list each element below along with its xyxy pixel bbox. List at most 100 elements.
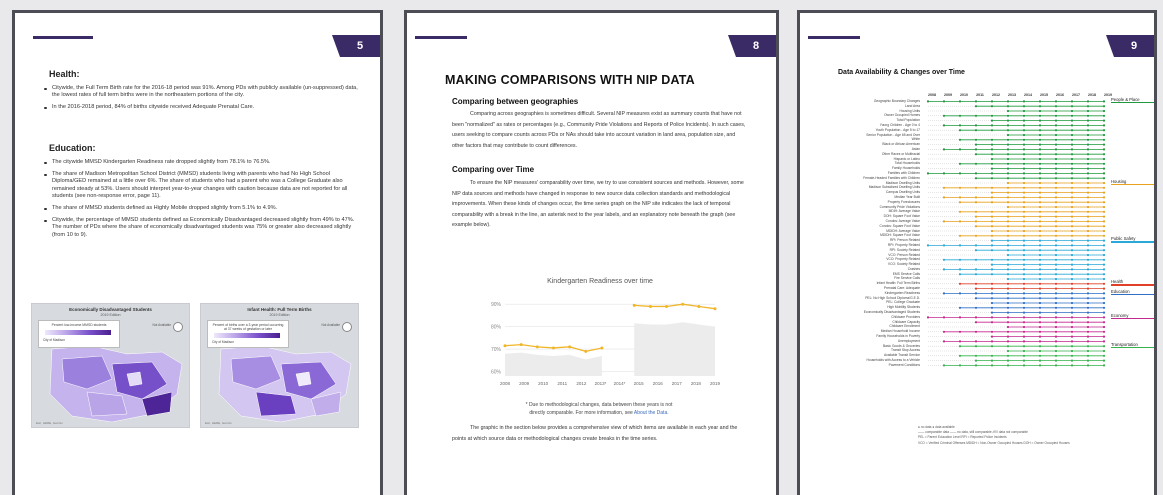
zoom-icon[interactable] xyxy=(342,322,352,332)
availability-dot xyxy=(1086,349,1090,353)
availability-dot xyxy=(1022,229,1026,233)
availability-dot xyxy=(1070,311,1074,314)
availability-dot xyxy=(1038,105,1042,108)
availability-dot xyxy=(1070,114,1074,117)
availability-dot xyxy=(1086,268,1090,271)
availability-dot xyxy=(958,354,962,357)
education-bullets: The citywide MMSD Kindergarten Readiness… xyxy=(43,159,361,244)
health-bullets: Citywide, the Full Term Birth rate for t… xyxy=(43,85,361,117)
range-band xyxy=(634,322,715,376)
availability-dot xyxy=(1006,153,1010,156)
availability-dot xyxy=(958,345,962,348)
availability-dot xyxy=(1006,143,1010,146)
availability-dot xyxy=(1086,191,1090,194)
availability-dot xyxy=(1086,153,1090,156)
availability-dot xyxy=(990,340,994,343)
availability-dot xyxy=(1006,301,1010,305)
availability-dot xyxy=(1070,244,1074,247)
availability-dot xyxy=(1086,181,1090,185)
availability-dot xyxy=(1054,354,1058,357)
availability-dot xyxy=(1054,292,1058,295)
availability-dot xyxy=(1054,191,1058,194)
availability-dot xyxy=(1038,349,1042,353)
category-underline xyxy=(1111,102,1154,104)
availability-dot xyxy=(1054,316,1058,319)
availability-dot xyxy=(1038,129,1042,132)
availability-dot xyxy=(1054,253,1058,257)
availability-dot xyxy=(1038,263,1042,266)
availability-dot xyxy=(990,225,994,228)
availability-dot xyxy=(1038,364,1042,367)
availability-dot xyxy=(1054,239,1058,242)
availability-dot xyxy=(1006,205,1010,209)
availability-dot xyxy=(1070,229,1074,233)
availability-dot xyxy=(974,244,978,247)
availability-dot xyxy=(1102,321,1106,324)
availability-dot xyxy=(990,273,994,276)
availability-dot xyxy=(1086,138,1090,141)
availability-dot xyxy=(1070,210,1074,213)
availability-dot xyxy=(1022,311,1026,314)
availability-dot xyxy=(1086,143,1090,146)
data-point xyxy=(535,345,539,349)
availability-dot xyxy=(1102,316,1106,319)
availability-dot xyxy=(958,292,962,295)
availability-dot xyxy=(1102,225,1106,228)
availability-dot xyxy=(1054,263,1058,266)
availability-dot xyxy=(1102,191,1106,194)
availability-dot xyxy=(1086,205,1090,209)
availability-dot xyxy=(1022,186,1026,189)
about-the-data-link[interactable]: About the Data. xyxy=(634,410,669,416)
availability-dot xyxy=(1102,258,1106,261)
availability-dot xyxy=(1070,143,1074,146)
availability-dot xyxy=(1038,167,1042,170)
map-economically-disadvantaged[interactable]: Economically Disadvantaged Students 2019… xyxy=(31,303,190,428)
availability-dot xyxy=(1038,239,1042,242)
availability-dot xyxy=(958,124,962,127)
availability-dot xyxy=(1038,201,1042,204)
availability-dot xyxy=(1038,205,1042,209)
health-bullet-2: In the 2016-2018 period, 84% of births c… xyxy=(43,104,361,111)
availability-dot xyxy=(958,306,962,309)
availability-dot xyxy=(1086,345,1090,348)
availability-dot xyxy=(1038,282,1042,285)
availability-dot xyxy=(1006,220,1010,223)
availability-dot xyxy=(990,249,994,252)
availability-dot xyxy=(1086,340,1090,343)
availability-dot xyxy=(1070,196,1074,199)
availability-dot xyxy=(1070,335,1074,338)
availability-dot xyxy=(990,234,994,237)
availability-dot xyxy=(1022,177,1026,180)
legend-caption: Percent of births over a 3-year period o… xyxy=(212,323,284,331)
availability-dot xyxy=(1086,119,1090,122)
x-tick-label: 2011 xyxy=(557,381,567,386)
availability-dot xyxy=(974,105,978,108)
map-full-term-births[interactable]: Infant Health: Full Term Births 2019 Edi… xyxy=(200,303,359,428)
availability-dot xyxy=(1102,162,1106,165)
availability-dot xyxy=(974,268,978,271)
availability-dot xyxy=(1038,321,1042,324)
availability-dot xyxy=(1054,359,1058,362)
availability-dot xyxy=(1054,162,1058,165)
availability-dot xyxy=(1038,292,1042,295)
availability-dot xyxy=(1038,229,1042,233)
availability-dot xyxy=(1070,297,1074,300)
availability-dot xyxy=(990,354,994,357)
availability-dot xyxy=(1054,172,1058,175)
availability-dot xyxy=(990,119,994,122)
availability-dot xyxy=(1070,186,1074,189)
availability-dot xyxy=(1006,335,1010,338)
availability-dot xyxy=(1102,306,1106,309)
availability-dot xyxy=(1054,210,1058,213)
legend-low: City of Madison xyxy=(43,338,65,342)
availability-dot xyxy=(1038,153,1042,156)
availability-dot xyxy=(1006,273,1010,276)
availability-dot xyxy=(1006,345,1010,348)
availability-dot xyxy=(1070,354,1074,357)
availability-dot xyxy=(974,153,978,156)
availability-dot xyxy=(1102,349,1106,353)
availability-dot xyxy=(1102,330,1106,333)
availability-dot xyxy=(990,229,994,233)
zoom-icon[interactable] xyxy=(173,322,183,332)
availability-dot xyxy=(958,210,962,213)
